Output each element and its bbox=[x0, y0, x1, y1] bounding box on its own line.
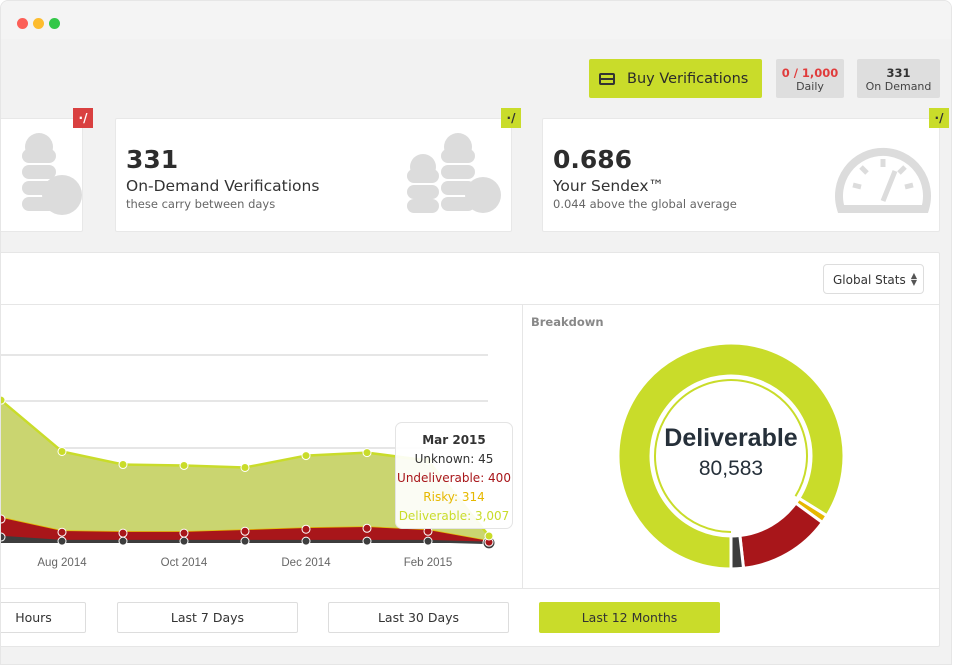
range-7-days-button[interactable]: Last 7 Days bbox=[117, 602, 298, 633]
on-demand-counter: 331 On Demand bbox=[857, 59, 940, 98]
donut-highlight-ring bbox=[654, 379, 808, 533]
sendex-card: 0.686 Your Sendex™ 0.044 above the globa… bbox=[542, 118, 940, 232]
stats-scope-select[interactable]: Global Stats ▲ ▼ bbox=[823, 264, 924, 294]
status-badge: ·/ bbox=[929, 108, 949, 128]
status-badge: ·/ bbox=[501, 108, 521, 128]
point-undeliverable bbox=[301, 524, 311, 534]
divider bbox=[522, 304, 523, 588]
on-demand-card: 331 On-Demand Verifications these carry … bbox=[115, 118, 512, 232]
minimize-window-button[interactable] bbox=[33, 18, 44, 29]
point-deliverable bbox=[1, 395, 6, 405]
buy-verifications-button[interactable]: Buy Verifications bbox=[589, 59, 762, 98]
donut-center-value: 80,583 bbox=[698, 457, 764, 480]
x-tick-label: Aug 2014 bbox=[37, 557, 87, 569]
coins-icon bbox=[22, 133, 82, 215]
maximize-window-button[interactable] bbox=[49, 18, 60, 29]
daily-card bbox=[1, 118, 83, 232]
tooltip-unknown: Unknown: 45 bbox=[414, 452, 494, 466]
donut-chart bbox=[616, 341, 846, 571]
point-deliverable bbox=[57, 446, 67, 456]
range-label: Last 12 Months bbox=[581, 610, 678, 625]
point-deliverable bbox=[301, 451, 311, 461]
point-undeliverable bbox=[179, 528, 189, 538]
chart-tooltip: Mar 2015 Unknown: 45 Undeliverable: 400 … bbox=[395, 422, 513, 529]
point-undeliverable bbox=[362, 523, 372, 533]
tooltip-deliverable: Deliverable: 3,007 bbox=[398, 509, 510, 523]
divider bbox=[1, 588, 939, 589]
close-window-button[interactable] bbox=[17, 18, 28, 29]
title-bar bbox=[1, 1, 951, 39]
on-demand-value: 331 bbox=[886, 66, 911, 80]
point-undeliverable bbox=[1, 514, 6, 524]
x-tick-label: Oct 2014 bbox=[161, 557, 208, 569]
range-hours-button[interactable]: Hours bbox=[1, 602, 86, 633]
credit-card-icon bbox=[599, 72, 615, 85]
point-undeliverable bbox=[118, 528, 128, 538]
point-unknown bbox=[423, 536, 433, 546]
point-deliverable bbox=[118, 460, 128, 470]
range-12-months-button[interactable]: Last 12 Months bbox=[539, 602, 720, 633]
range-30-days-button[interactable]: Last 30 Days bbox=[328, 602, 509, 633]
point-unknown bbox=[240, 536, 250, 546]
x-tick-label: Feb 2015 bbox=[404, 557, 453, 569]
card-label: Your Sendex™ bbox=[553, 177, 664, 195]
daily-label: Daily bbox=[796, 80, 824, 93]
point-unknown bbox=[118, 536, 128, 546]
x-tick-label: Dec 2014 bbox=[281, 557, 331, 569]
select-value: Global Stats bbox=[833, 273, 906, 287]
app-window: Buy Verifications 0 / 1,000 Daily 331 On… bbox=[0, 0, 952, 665]
range-label: Last 7 Days bbox=[170, 610, 245, 625]
tooltip-undeliverable: Undeliverable: 400 bbox=[397, 471, 511, 485]
point-unknown bbox=[362, 536, 372, 546]
tooltip-risky: Risky: 314 bbox=[423, 490, 485, 504]
card-value: 0.686 bbox=[553, 145, 633, 174]
tooltip-title: Mar 2015 bbox=[422, 433, 486, 447]
coins-icon bbox=[407, 133, 501, 213]
point-unknown bbox=[301, 536, 311, 546]
breakdown-title: Breakdown bbox=[531, 315, 604, 329]
point-deliverable bbox=[484, 531, 494, 541]
card-label: On-Demand Verifications bbox=[126, 177, 320, 195]
point-undeliverable bbox=[57, 527, 67, 537]
daily-counter: 0 / 1,000 Daily bbox=[776, 59, 844, 98]
point-unknown bbox=[1, 532, 6, 542]
card-subtitle: these carry between days bbox=[126, 197, 276, 211]
daily-value: 0 / 1,000 bbox=[781, 66, 839, 80]
range-label: Last 30 Days bbox=[377, 610, 460, 625]
point-unknown bbox=[57, 536, 67, 546]
card-value: 331 bbox=[126, 145, 179, 174]
point-deliverable bbox=[179, 460, 189, 470]
donut-slice-unknown bbox=[729, 533, 746, 571]
speedometer-icon bbox=[835, 147, 931, 213]
point-deliverable bbox=[240, 462, 250, 472]
select-arrows-icon: ▲ ▼ bbox=[910, 271, 917, 287]
on-demand-label: On Demand bbox=[865, 80, 932, 93]
point-undeliverable bbox=[240, 526, 250, 536]
point-unknown bbox=[179, 536, 189, 546]
buy-label: Buy Verifications bbox=[627, 70, 749, 87]
status-badge: ·/ bbox=[73, 108, 93, 128]
point-deliverable bbox=[362, 448, 372, 458]
card-subtitle: 0.044 above the global average bbox=[553, 197, 737, 211]
donut-slice-undeliverable bbox=[738, 500, 825, 570]
donut-center-label: Deliverable bbox=[664, 424, 798, 452]
range-label: Hours bbox=[15, 610, 52, 625]
